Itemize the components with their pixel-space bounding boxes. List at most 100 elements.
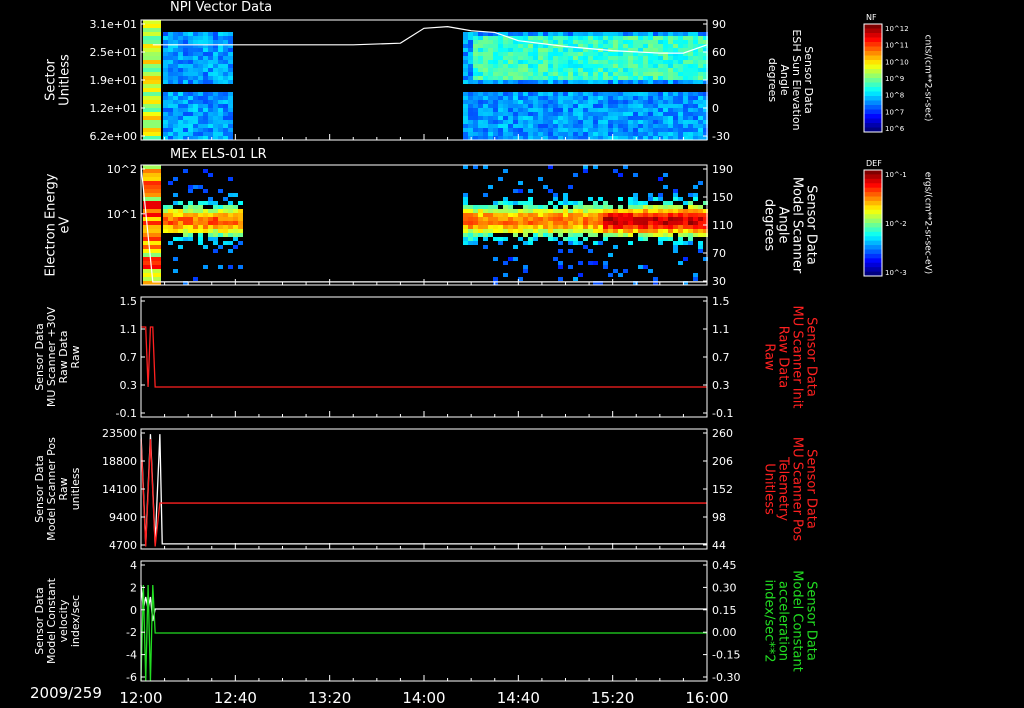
heatmap-cell (228, 265, 233, 269)
heatmap-cell (603, 108, 608, 112)
heatmap-cell (193, 32, 198, 36)
heatmap-cell (503, 237, 508, 241)
heatmap-cell (528, 112, 533, 116)
heatmap-cell (513, 124, 518, 128)
heatmap-cell (218, 189, 223, 193)
heatmap-cell (613, 120, 618, 124)
heatmap-cell (698, 217, 703, 221)
heatmap-cell (488, 36, 493, 40)
heatmap-cell (613, 124, 618, 128)
heatmap-cell (523, 128, 528, 132)
heatmap-cell (163, 229, 168, 233)
heatmap-cell (618, 40, 623, 44)
heatmap-cell (168, 209, 173, 213)
colorbar-cell (864, 170, 882, 175)
heatmap-cell (578, 40, 583, 44)
heatmap-cell (548, 52, 553, 56)
heatmap-cell (143, 249, 161, 253)
heatmap-cell (228, 209, 233, 213)
heatmap-cell (588, 261, 593, 265)
heatmap-cell (613, 136, 618, 140)
heatmap-cell (163, 92, 168, 96)
heatmap-cell (228, 221, 233, 225)
heatmap-cell (553, 225, 558, 229)
heatmap-cell (653, 108, 658, 112)
heatmap-cell (598, 132, 603, 136)
heatmap-cell (563, 116, 568, 120)
heatmap-cell (478, 44, 483, 48)
heatmap-cell (483, 80, 488, 84)
heatmap-cell (473, 217, 478, 221)
heatmap-cell (213, 80, 218, 84)
heatmap-cell (573, 229, 578, 233)
x-tick-label: 12:00 (119, 689, 162, 707)
heatmap-cell (623, 108, 628, 112)
heatmap-cell (648, 80, 653, 84)
heatmap-cell (698, 221, 703, 225)
heatmap-cell (683, 221, 688, 225)
heatmap-cell (633, 80, 638, 84)
heatmap-cell (463, 209, 468, 213)
heatmap-cell (573, 136, 578, 140)
heatmap-cell (548, 132, 553, 136)
heatmap-cell (543, 225, 548, 229)
heatmap-cell (623, 32, 628, 36)
series-line (140, 584, 707, 682)
heatmap-cell (188, 237, 193, 241)
heatmap-cell (473, 92, 478, 96)
heatmap-cell (618, 132, 623, 136)
heatmap-cell (613, 108, 618, 112)
colorbar-cell (864, 82, 882, 88)
heatmap-cell (478, 217, 483, 221)
heatmap-cell (588, 112, 593, 116)
heatmap-cell (568, 132, 573, 136)
heatmap-cell (613, 116, 618, 120)
axis-label-line: Telemetry (776, 456, 791, 521)
heatmap-cell (503, 64, 508, 68)
heatmap-cell (578, 104, 583, 108)
heatmap-cell (603, 52, 608, 56)
heatmap-cell (563, 229, 568, 233)
axis-label-group: Sector Unitless (44, 54, 73, 106)
heatmap-cell (143, 24, 161, 28)
colorbar-cell (864, 178, 882, 184)
heatmap-cell (548, 32, 553, 36)
heatmap-cell (568, 64, 573, 68)
heatmap-cell (173, 116, 178, 120)
heatmap-cell (508, 209, 513, 213)
heatmap-cell (468, 60, 473, 64)
heatmap-cell (173, 72, 178, 76)
heatmap-cell (558, 32, 563, 36)
heatmap-cell (558, 229, 563, 233)
heatmap-cell (593, 96, 598, 100)
heatmap-cell (608, 213, 613, 217)
heatmap-cell (503, 205, 508, 209)
heatmap-cell (468, 68, 473, 72)
heatmap-cell (583, 217, 588, 221)
heatmap-cell (588, 249, 593, 253)
heatmap-cell (648, 213, 653, 217)
heatmap-cell (573, 96, 578, 100)
heatmap-cell (523, 68, 528, 72)
heatmap-cell (543, 56, 548, 60)
heatmap-cell (483, 233, 488, 237)
heatmap-cell (178, 48, 183, 52)
heatmap-cell (203, 76, 208, 80)
heatmap-cell (198, 112, 203, 116)
heatmap-cell (528, 217, 533, 221)
heatmap-cell (663, 237, 668, 241)
heatmap-cell (488, 213, 493, 217)
heatmap-cell (183, 120, 188, 124)
heatmap-cell (468, 217, 473, 221)
heatmap-cell (223, 36, 228, 40)
heatmap-cell (173, 60, 178, 64)
heatmap-cell (663, 132, 668, 136)
heatmap-cell (538, 64, 543, 68)
heatmap-cell (173, 213, 178, 217)
heatmap-cell (608, 253, 613, 257)
heatmap-cell (213, 229, 218, 233)
heatmap-cell (683, 124, 688, 128)
heatmap-cell (673, 100, 678, 104)
y-tick-label: 1.2e+01 (90, 102, 137, 115)
heatmap-cell (168, 120, 173, 124)
